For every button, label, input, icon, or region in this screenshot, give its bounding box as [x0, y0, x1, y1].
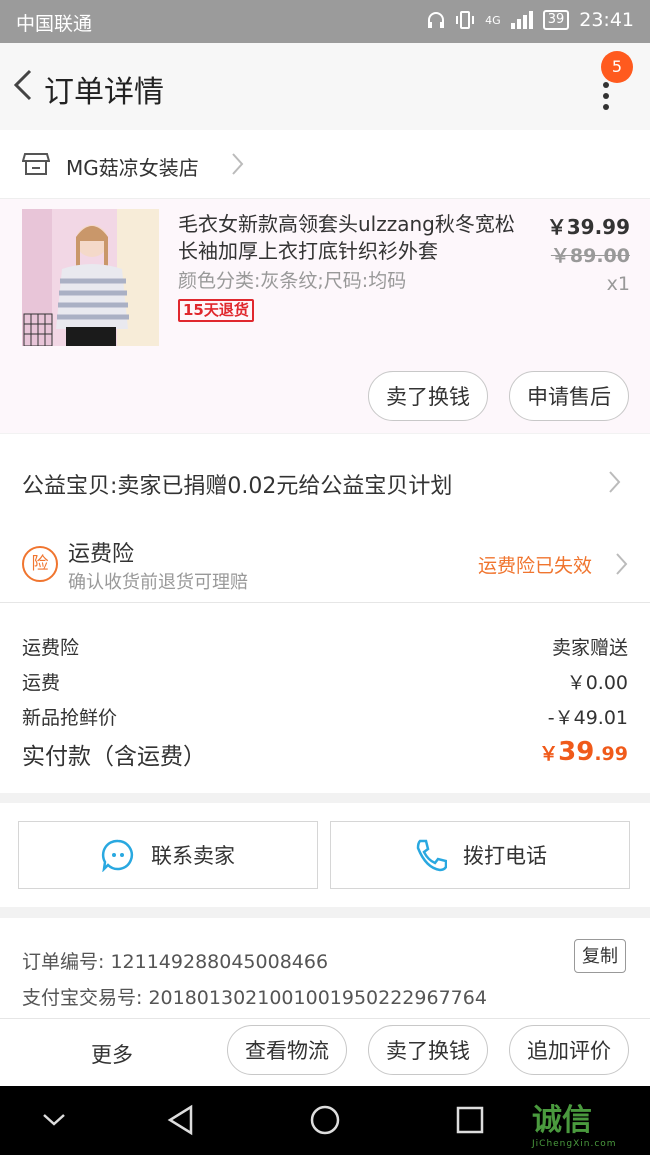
cost-value: ￥0.00	[566, 672, 628, 694]
cost-label: 新品抢鲜价	[22, 707, 118, 729]
chat-icon	[101, 839, 134, 872]
contact-section: 联系卖家 拨打电话	[0, 803, 650, 907]
insurance-subtitle: 确认收货前退货可理赔	[68, 572, 248, 593]
watermark-site: JiChengXin.com	[532, 1139, 617, 1149]
contact-seller-label: 联系卖家	[151, 844, 235, 868]
shipping-insurance-row[interactable]: 险 运费险 确认收货前退货可理赔 运费险已失效	[0, 522, 650, 603]
insurance-status: 运费险已失效	[478, 555, 593, 577]
signal-icon	[510, 11, 533, 29]
network-type: 4G	[485, 13, 501, 27]
sell-for-cash-button[interactable]: 卖了换钱	[368, 371, 488, 421]
product-price: ￥39.99	[546, 215, 630, 239]
return-policy-tag: 15天退货	[178, 299, 254, 322]
chevron-right-icon	[232, 153, 244, 175]
watermark-brand: 诚信	[532, 1103, 592, 1138]
shop-row[interactable]: MG菇凉女装店	[0, 130, 650, 199]
more-button[interactable]: 更多	[91, 1039, 133, 1069]
call-phone-label: 拨打电话	[463, 844, 547, 868]
watermark: 诚信 JiChengXin.com	[532, 1095, 617, 1149]
home-icon[interactable]	[309, 1104, 341, 1136]
cost-value: -￥49.01	[547, 707, 628, 729]
order-info: 订单编号: 121149288045008466 支付宝交易号: 2018013…	[0, 918, 650, 1018]
carrier-name: 中国联通	[16, 13, 93, 35]
charity-row[interactable]: 公益宝贝:卖家已捐赠0.02元给公益宝贝计划	[0, 434, 650, 522]
product-title[interactable]: 毛衣女新款高领套头ulzzang秋冬宽松长袖加厚上衣打底针织衫外套	[178, 211, 518, 265]
back-arrow-icon[interactable]	[8, 67, 44, 103]
call-phone-button[interactable]: 拨打电话	[330, 821, 630, 889]
chevron-right-icon	[616, 553, 628, 575]
product-original-price: ￥89.00	[550, 245, 630, 267]
view-logistics-button[interactable]: 查看物流	[227, 1025, 347, 1075]
insurance-icon: 险	[22, 546, 58, 582]
add-review-button[interactable]: 追加评价	[509, 1025, 629, 1075]
phone-icon	[416, 839, 447, 872]
chevron-right-icon	[609, 471, 621, 493]
store-icon	[22, 153, 50, 175]
vibrate-icon	[456, 11, 475, 29]
battery-icon: 39	[542, 10, 570, 30]
contact-seller-button[interactable]: 联系卖家	[18, 821, 318, 889]
product-image	[22, 209, 159, 346]
recent-apps-icon[interactable]	[455, 1105, 485, 1135]
status-icons: 4G 39 23:41	[427, 9, 634, 31]
charity-text: 公益宝贝:卖家已捐赠0.02元给公益宝贝计划	[22, 474, 453, 499]
cost-summary: 运费险 卖家赠送 运费 ￥0.00 新品抢鲜价 -￥49.01 实付款（含运费）…	[0, 603, 650, 793]
insurance-title: 运费险	[68, 542, 135, 567]
back-icon[interactable]	[166, 1104, 196, 1136]
cost-value: 卖家赠送	[551, 637, 628, 659]
app-header: 订单详情	[0, 43, 650, 130]
cost-label: 运费	[22, 672, 61, 694]
collapse-icon[interactable]	[41, 1111, 67, 1129]
product-sku: 颜色分类:灰条纹;尺码:均码	[178, 270, 407, 292]
after-sales-button[interactable]: 申请售后	[509, 371, 629, 421]
system-nav-bar: 诚信 JiChengXin.com	[0, 1086, 650, 1155]
shop-name: MG菇凉女装店	[66, 156, 199, 180]
cost-label: 运费险	[22, 637, 80, 659]
alipay-number: 支付宝交易号: 2018013021001001950222967764	[22, 987, 487, 1009]
copy-button[interactable]: 复制	[574, 939, 626, 973]
order-number: 订单编号: 121149288045008466	[22, 951, 329, 973]
headphone-icon	[428, 12, 445, 28]
more-menu-icon[interactable]	[603, 82, 611, 115]
sell-for-cash-button[interactable]: 卖了换钱	[368, 1025, 488, 1075]
product-quantity: x1	[606, 273, 630, 295]
total-label: 实付款（含运费）	[22, 744, 206, 770]
total-amount: ￥39.99	[539, 737, 628, 767]
status-bar: 中国联通 4G 39 23:41	[0, 0, 650, 43]
bottom-action-bar: 更多 查看物流 卖了换钱 追加评价	[0, 1018, 650, 1087]
product-card[interactable]: 毛衣女新款高领套头ulzzang秋冬宽松长袖加厚上衣打底针织衫外套 颜色分类:灰…	[0, 199, 650, 433]
clock: 23:41	[579, 9, 634, 31]
page-title: 订单详情	[44, 75, 164, 110]
notification-badge: 5	[601, 51, 633, 83]
product-thumbnail[interactable]	[22, 209, 159, 346]
